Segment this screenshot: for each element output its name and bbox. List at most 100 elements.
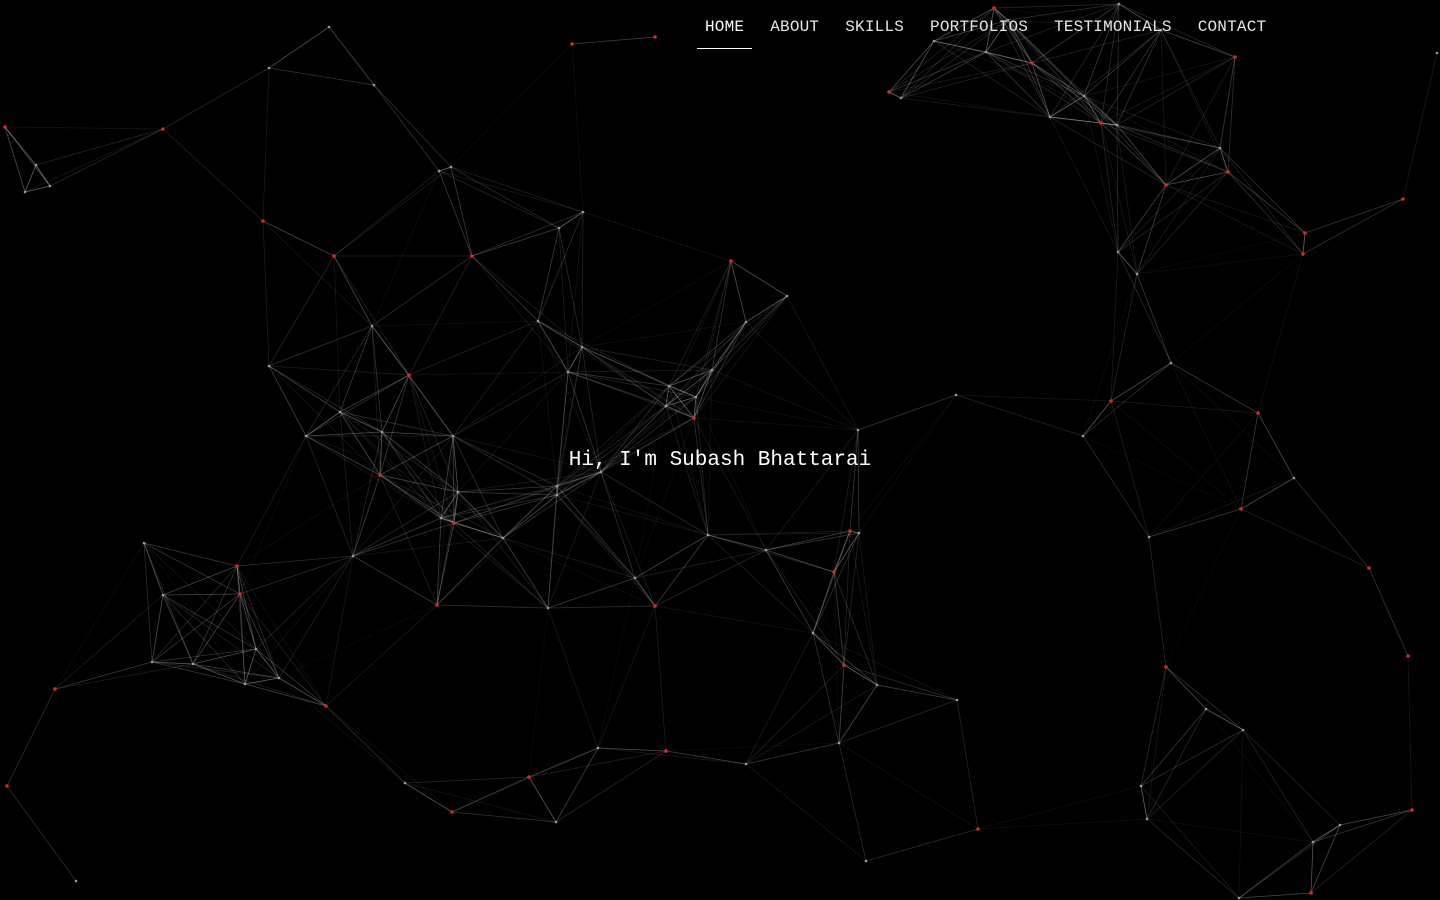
network-node — [955, 698, 959, 702]
network-node — [327, 25, 331, 29]
network-link — [1146, 818, 1240, 899]
network-link — [888, 51, 987, 93]
network-link — [192, 663, 246, 685]
network-node — [1218, 146, 1222, 150]
network-node — [74, 879, 78, 883]
network-link — [4, 126, 26, 193]
network-node — [5, 784, 9, 788]
nav-skills[interactable]: SKILLS — [837, 0, 912, 49]
network-link — [4, 126, 164, 130]
network-link — [438, 170, 473, 257]
nav-contact[interactable]: CONTACT — [1190, 0, 1275, 49]
nav-home[interactable]: HOME — [697, 0, 753, 49]
network-link — [339, 374, 410, 413]
network-link — [143, 542, 194, 665]
network-link — [438, 170, 584, 213]
network-link — [693, 417, 709, 536]
network-link — [1240, 508, 1370, 569]
network-node — [1116, 250, 1120, 254]
network-link — [695, 396, 859, 431]
network-link — [1117, 147, 1221, 253]
network-link — [278, 677, 327, 707]
network-link — [730, 260, 788, 297]
network-link — [325, 604, 438, 707]
network-link — [1110, 251, 1119, 402]
network-link — [985, 51, 1085, 97]
network-link — [440, 517, 549, 609]
network-node — [1367, 566, 1371, 570]
network-node — [1256, 411, 1260, 415]
network-node — [837, 741, 841, 745]
network-node — [1311, 840, 1315, 844]
network-node — [1135, 272, 1139, 276]
network-link — [1110, 273, 1138, 402]
network-link — [438, 170, 560, 229]
network-link — [1117, 171, 1229, 253]
network-link — [1170, 362, 1242, 510]
network-link — [581, 260, 732, 348]
network-node — [653, 604, 657, 608]
network-link — [1219, 147, 1306, 234]
network-link — [404, 782, 557, 823]
network-link — [1082, 400, 1112, 437]
network-link — [373, 84, 440, 172]
network-link — [236, 565, 327, 707]
network-link — [955, 394, 1112, 402]
network-link — [1310, 809, 1413, 894]
network-link — [1117, 184, 1167, 253]
network-link — [268, 255, 335, 367]
network-link — [665, 260, 732, 407]
network-node — [1401, 197, 1405, 201]
network-link — [985, 51, 1051, 118]
network-link — [438, 166, 452, 172]
network-link — [1240, 477, 1295, 510]
network-link — [1368, 567, 1409, 657]
network-link — [1302, 198, 1404, 255]
network-node — [566, 370, 570, 374]
nav-about[interactable]: ABOUT — [762, 0, 827, 49]
network-link — [352, 474, 381, 557]
network-link — [1238, 892, 1312, 899]
network-node — [332, 254, 336, 258]
network-link — [371, 320, 539, 327]
network-link — [745, 295, 788, 323]
network-link — [373, 84, 452, 168]
network-link — [333, 166, 452, 257]
network-node — [142, 541, 146, 545]
network-node — [1303, 231, 1307, 235]
network-link — [6, 688, 56, 787]
network-link — [450, 166, 473, 257]
nav-testimonials[interactable]: TESTIMONIALS — [1046, 0, 1180, 49]
network-link — [54, 542, 145, 690]
network-link — [730, 260, 747, 323]
network-link — [244, 677, 280, 685]
network-link — [54, 661, 153, 690]
nav-portfolios[interactable]: PORTFOLIOS — [922, 0, 1036, 49]
network-node — [161, 593, 165, 597]
network-link — [1146, 708, 1207, 820]
network-link — [502, 537, 636, 579]
network-link — [547, 577, 636, 609]
network-link — [1227, 171, 1304, 255]
network-link — [143, 542, 241, 595]
network-link — [24, 128, 164, 193]
network-node — [267, 66, 271, 70]
network-link — [707, 534, 835, 573]
network-link — [1110, 362, 1172, 402]
network-link — [278, 677, 406, 784]
network-node — [633, 576, 637, 580]
network-link — [325, 705, 406, 784]
network-link — [6, 785, 77, 882]
network-link — [305, 431, 383, 437]
network-link — [1219, 147, 1304, 255]
network-node — [338, 410, 342, 414]
network-link — [812, 632, 958, 701]
network-node — [450, 810, 454, 814]
network-link — [1170, 362, 1259, 414]
network-node — [1410, 808, 1414, 812]
network-link — [1136, 273, 1172, 364]
network-node — [664, 749, 668, 753]
network-link — [1165, 666, 1207, 710]
network-link — [654, 549, 767, 607]
network-link — [352, 555, 438, 606]
